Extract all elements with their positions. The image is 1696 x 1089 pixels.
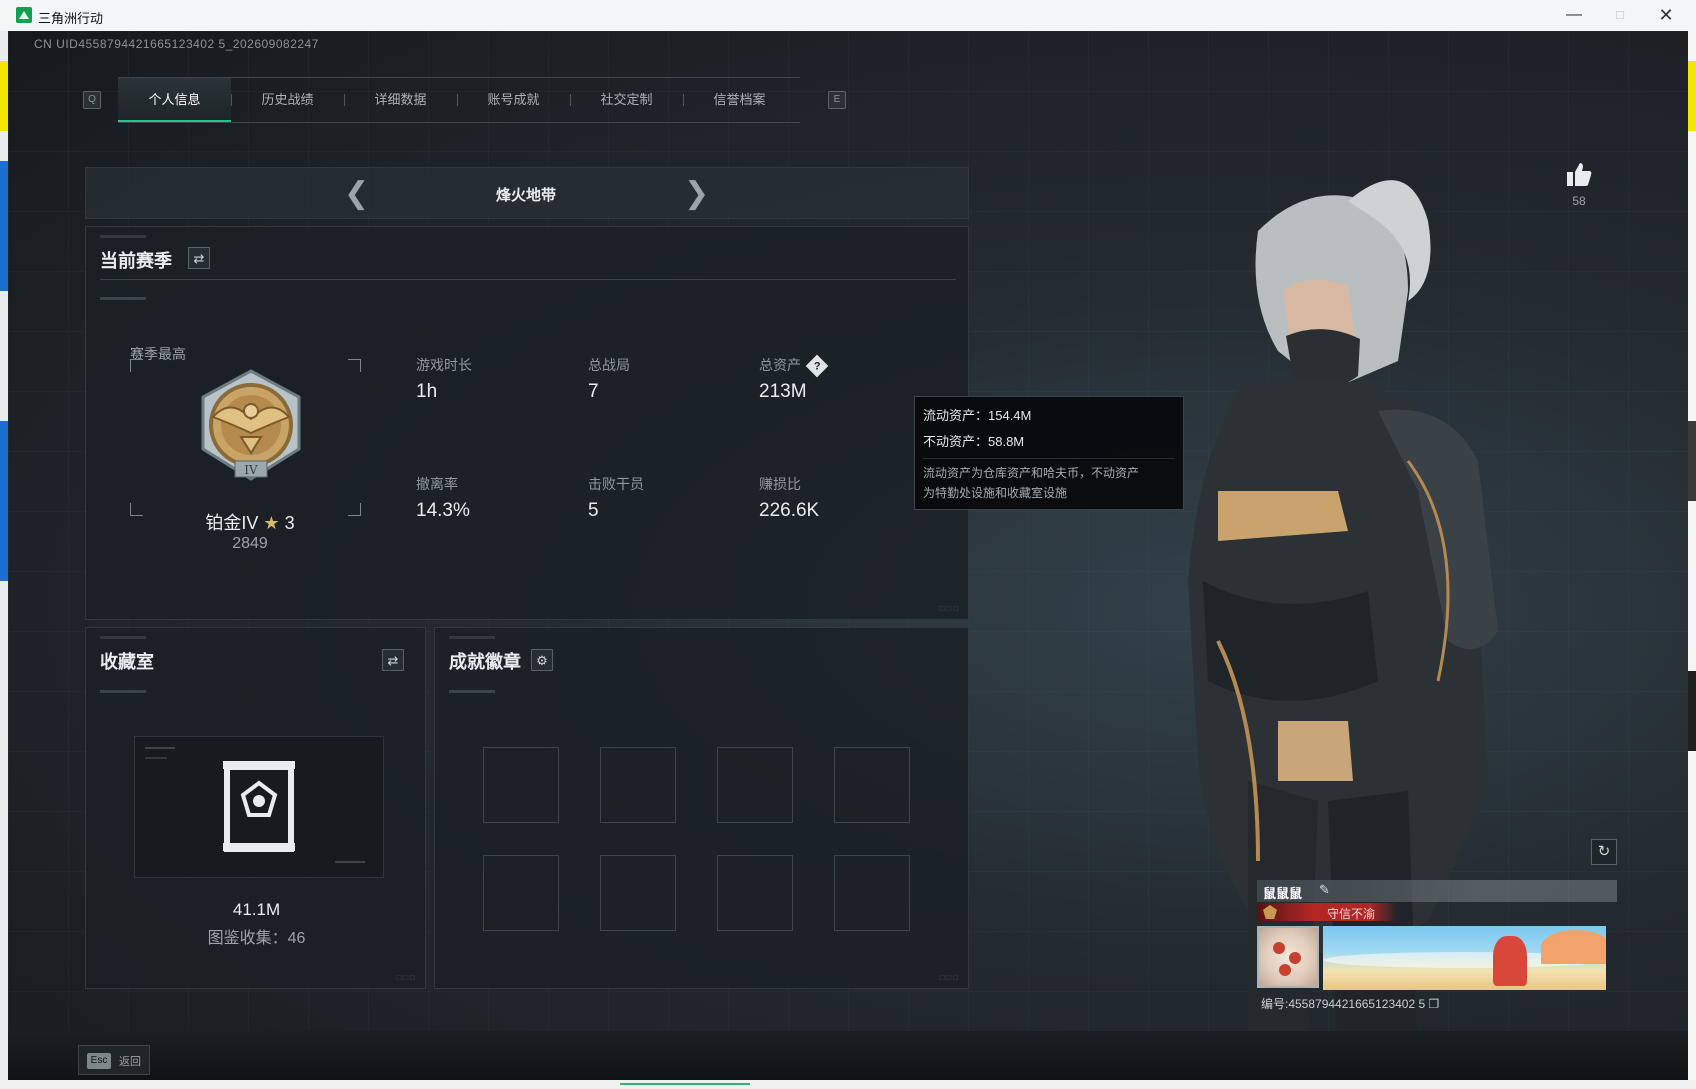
mode-name: 烽火地带 — [495, 187, 556, 204]
collection-value: 41.1M — [232, 900, 281, 919]
copy-icon[interactable]: ❐ — [1429, 997, 1440, 1011]
rank-score: 2849 — [232, 535, 268, 552]
tabs: 个人信息 历史战绩 详细数据 账号成就 社交定制 信誉档案 — [118, 77, 800, 123]
season-title: 当前赛季 — [100, 251, 172, 271]
maximize-button[interactable]: □ — [1602, 4, 1638, 26]
mode-selector: ❮ 烽火地带 ❯ — [85, 167, 969, 219]
prev-tab-key-hint[interactable]: Q — [83, 91, 101, 109]
rank-badge-icon: IV — [191, 367, 311, 485]
rank-name: 铂金IV — [205, 513, 259, 533]
like-count: 58 — [1572, 194, 1586, 208]
player-title-ribbon: 守信不渝 — [1257, 903, 1397, 921]
stat-extraction-rate: 撤离率 14.3% — [416, 476, 470, 521]
tab-personal-info[interactable]: 个人信息 — [118, 78, 231, 122]
window-titlebar: 三角洲行动 — □ ✕ — [0, 0, 1696, 32]
stat-total-matches: 总战局 7 — [588, 357, 630, 402]
next-mode-arrow-icon[interactable]: ❯ — [684, 176, 709, 211]
stat-operators-killed: 击败干员 5 — [588, 476, 644, 521]
achievement-badges-panel: 成就徽章 ⚙ □□□ — [434, 627, 969, 989]
collection-room-panel[interactable]: 收藏室 ⇄ 41.1M 图鉴收集：46 □□□ — [85, 627, 426, 989]
collection-title: 收藏室 — [100, 652, 154, 672]
badge-slot[interactable] — [834, 855, 910, 931]
close-button[interactable]: ✕ — [1648, 4, 1684, 26]
badge-slot[interactable] — [834, 747, 910, 823]
stat-profit-ratio: 赚损比 226.6K — [759, 476, 820, 521]
background-window-edge-left — [0, 31, 8, 1080]
profile-banner[interactable] — [1323, 926, 1606, 990]
esc-key-icon: Esc — [87, 1053, 111, 1069]
background-window-edge-right — [1688, 31, 1696, 1080]
player-title: 守信不渝 — [1327, 907, 1376, 921]
thumbs-up-icon — [1559, 161, 1599, 192]
gear-icon[interactable]: ⚙ — [531, 649, 553, 671]
badge-slot[interactable] — [717, 747, 793, 823]
tab-achievements[interactable]: 账号成就 — [457, 78, 570, 122]
collection-count: 图鉴收集：46 — [207, 930, 306, 947]
badge-slot[interactable] — [600, 747, 676, 823]
player-name: 鼠鼠鼠 — [1263, 886, 1303, 901]
stat-total-assets: 总资产? 213M — [759, 354, 829, 403]
back-label: 返回 — [119, 1056, 141, 1068]
svg-text:IV: IV — [244, 463, 258, 477]
rank-label: 铂金IV ★ 3 — [130, 509, 370, 535]
help-icon[interactable]: ? — [805, 354, 829, 378]
stat-playtime: 游戏时长 1h — [416, 357, 472, 402]
badge-slot[interactable] — [483, 855, 559, 931]
back-button[interactable]: Esc 返回 — [78, 1045, 150, 1075]
star-icon: ★ — [263, 513, 280, 533]
badge-slot[interactable] — [717, 855, 793, 931]
app-icon — [16, 7, 32, 23]
like-button[interactable]: 58 — [1559, 161, 1599, 208]
tab-social-custom[interactable]: 社交定制 — [570, 78, 683, 122]
next-tab-key-hint[interactable]: E — [828, 91, 846, 109]
rank-stars: 3 — [284, 513, 295, 533]
badge-slot[interactable] — [600, 855, 676, 931]
taskbar-edge — [0, 1080, 1696, 1089]
edit-icon[interactable]: ✎ — [1319, 882, 1330, 898]
vault-icon — [145, 747, 365, 863]
tab-bar: Q 个人信息 历史战绩 详细数据 账号成就 社交定制 信誉档案 E — [78, 77, 846, 123]
badge-slot[interactable] — [483, 747, 559, 823]
player-id: 编号:4558794421665123402 5 ❐ — [1261, 997, 1440, 1011]
prev-mode-arrow-icon[interactable]: ❮ — [344, 176, 369, 211]
player-card[interactable]: 鼠鼠鼠 ✎ 守信不渝 编号:4558794421665123402 5 ❐ — [1257, 880, 1617, 1025]
refresh-icon[interactable]: ↻ — [1591, 839, 1617, 865]
swap-icon[interactable]: ⇄ — [188, 247, 210, 269]
swap-icon[interactable]: ⇄ — [382, 649, 404, 671]
tab-match-history[interactable]: 历史战绩 — [231, 78, 344, 122]
minimize-button[interactable]: — — [1556, 4, 1592, 26]
avatar[interactable] — [1257, 926, 1319, 988]
footer-bar: Esc 返回 — [8, 1031, 1688, 1080]
vault-display — [134, 736, 384, 878]
game-viewport: CN UID4558794421665123402 5_202609082247… — [8, 31, 1688, 1080]
window-title: 三角洲行动 — [38, 11, 104, 26]
tab-credit-record[interactable]: 信誉档案 — [683, 78, 796, 122]
achievements-title: 成就徽章 — [449, 652, 521, 672]
title-emblem-icon — [1263, 905, 1277, 919]
uid-text: CN UID4558794421665123402 5_202609082247 — [34, 37, 319, 51]
tab-detailed-data[interactable]: 详细数据 — [344, 78, 457, 122]
current-season-panel: 当前赛季 ⇄ 赛季最高 IV 铂金IV ★ 3 2849 游戏时长 1h 总战局… — [85, 226, 969, 620]
